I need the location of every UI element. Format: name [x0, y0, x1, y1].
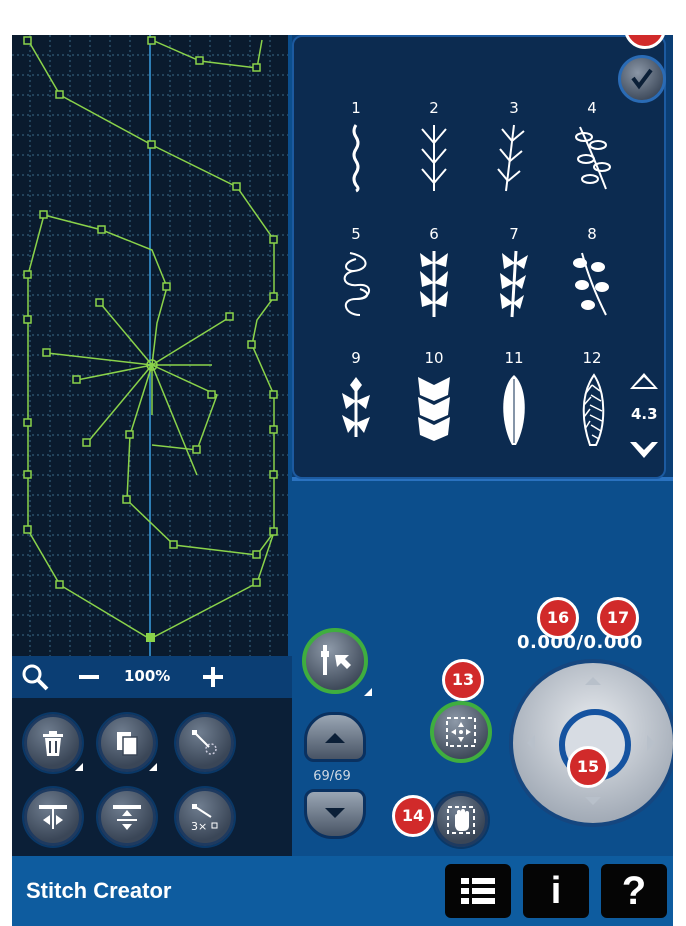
mirror-horizontal-button[interactable]: [24, 788, 82, 846]
wheel-down-icon[interactable]: [585, 797, 601, 805]
copy-options-indicator: [149, 763, 157, 771]
stitch-preview-icon: [573, 252, 609, 316]
stitch-number: 3: [509, 99, 519, 117]
stitch-number: 6: [429, 225, 439, 243]
hand-icon: [447, 806, 475, 834]
stitch-canvas[interactable]: [12, 35, 288, 656]
checkmark-icon: [631, 68, 653, 90]
stitch-option[interactable]: 2: [394, 97, 474, 207]
stitch-preview-icon: [582, 373, 605, 446]
tools-panel: 3×: [12, 698, 292, 856]
arrow-up-icon: [325, 733, 345, 743]
zoom-search-icon[interactable]: [20, 662, 50, 692]
copy-icon: [117, 732, 138, 756]
stitch-option[interactable]: 7: [474, 223, 554, 333]
zoom-bar: 100%: [12, 656, 292, 698]
stitch-preview-icon: [418, 377, 450, 441]
arrow-down-icon: [325, 808, 345, 818]
zoom-out-icon[interactable]: [74, 662, 104, 692]
stitch-option[interactable]: 11: [474, 347, 554, 457]
triple-stitch-icon: 3×: [191, 804, 218, 831]
zoom-level: 100%: [124, 667, 171, 685]
insert-stitch-icon: [192, 730, 217, 755]
grid-and-stitch-path: [12, 35, 288, 656]
mirror-vertical-button[interactable]: [98, 788, 156, 846]
app-title: Stitch Creator: [26, 878, 172, 903]
stitch-creator-window: 100% 3× 1 2 3 4 5 6 7 8 9 10 11 12 4.3 6…: [12, 35, 673, 926]
move-point-button[interactable]: [430, 701, 492, 763]
pan-canvas-button[interactable]: [434, 793, 488, 847]
stitch-number: 12: [582, 349, 602, 367]
stitch-option[interactable]: 3: [474, 97, 554, 207]
mirror-vertical-icon: [113, 805, 141, 830]
stitch-number: 2: [429, 99, 439, 117]
stitch-option[interactable]: 1: [316, 97, 396, 207]
delete-button[interactable]: [24, 714, 83, 772]
insert-stitch-button[interactable]: [176, 714, 234, 772]
stitch-number: 8: [587, 225, 597, 243]
stitch-preview-icon: [500, 250, 528, 318]
triple-stitch-button[interactable]: 3×: [176, 788, 234, 846]
stitch-number: 9: [351, 349, 361, 367]
stitch-preview-icon: [420, 251, 448, 317]
stitch-preview-icon: [421, 125, 447, 191]
move-icon: [446, 717, 476, 747]
select-points-icon: [321, 645, 351, 675]
stitch-positioning-wheel[interactable]: [509, 659, 673, 827]
stitch-number: 11: [504, 349, 524, 367]
stitch-option[interactable]: 9: [316, 347, 396, 457]
help-button[interactable]: ?: [601, 864, 667, 918]
stitch-preview-icon: [575, 126, 611, 190]
stitch-point-counter: 69/69: [313, 769, 351, 784]
stitch-option[interactable]: 5: [316, 223, 396, 333]
stitch-option[interactable]: 10: [394, 347, 474, 457]
info-button[interactable]: i: [523, 864, 589, 918]
stitch-preview-icon: [503, 375, 525, 445]
stitch-number: 10: [424, 349, 444, 367]
delete-options-indicator: [75, 763, 83, 771]
trash-icon: [43, 731, 63, 756]
bottom-bar: Stitch Creator i ?: [12, 856, 673, 926]
wheel-up-icon[interactable]: [585, 677, 601, 685]
scroll-down-icon[interactable]: [630, 440, 658, 458]
svg-text:3×: 3×: [191, 820, 207, 831]
wheel-left-icon[interactable]: [527, 735, 535, 751]
stitch-option[interactable]: 8: [552, 223, 632, 333]
previous-stitch-point-button[interactable]: [304, 712, 366, 762]
copy-button[interactable]: [98, 714, 157, 772]
stitch-preview-icon: [352, 124, 360, 193]
callout-15: 15: [567, 746, 609, 788]
select-points-button[interactable]: [302, 628, 372, 696]
stitch-menu-panel: 1 2 3 4 5 6 7 8 9 10 11 12 4.3: [292, 35, 673, 481]
stitch-preview-icon: [342, 377, 370, 437]
stitch-option[interactable]: 6: [394, 223, 474, 333]
stitch-preview-icon: [497, 124, 525, 192]
help-icon: ?: [621, 869, 647, 913]
callout-16: 16: [537, 597, 579, 639]
stitch-preview-icon: [343, 252, 370, 316]
position-separator: /: [576, 632, 584, 653]
scroll-up-icon[interactable]: [630, 373, 658, 389]
ok-button[interactable]: [618, 55, 666, 103]
select-options-indicator: [364, 688, 372, 696]
info-icon: i: [550, 870, 562, 912]
menu-button[interactable]: [445, 864, 511, 918]
stitch-number: 4: [587, 99, 597, 117]
callout-13: 13: [442, 659, 484, 701]
next-stitch-point-button[interactable]: [304, 789, 366, 839]
list-menu-icon: [461, 878, 495, 904]
callout-14: 14: [392, 795, 434, 837]
callout-17: 17: [597, 597, 639, 639]
stitch-page-number: 4.3: [631, 405, 658, 423]
stitch-number: 1: [351, 99, 361, 117]
stitch-number: 5: [351, 225, 361, 243]
stitch-option[interactable]: 12: [552, 347, 632, 457]
mirror-horizontal-icon: [39, 805, 67, 829]
stitch-number: 7: [509, 225, 519, 243]
zoom-in-icon[interactable]: [198, 662, 228, 692]
stitch-option[interactable]: 4: [552, 97, 632, 207]
wheel-right-icon[interactable]: [647, 735, 655, 751]
stitch-grid: 1 2 3 4 5 6 7 8 9 10 11 12 4.3: [292, 35, 666, 479]
